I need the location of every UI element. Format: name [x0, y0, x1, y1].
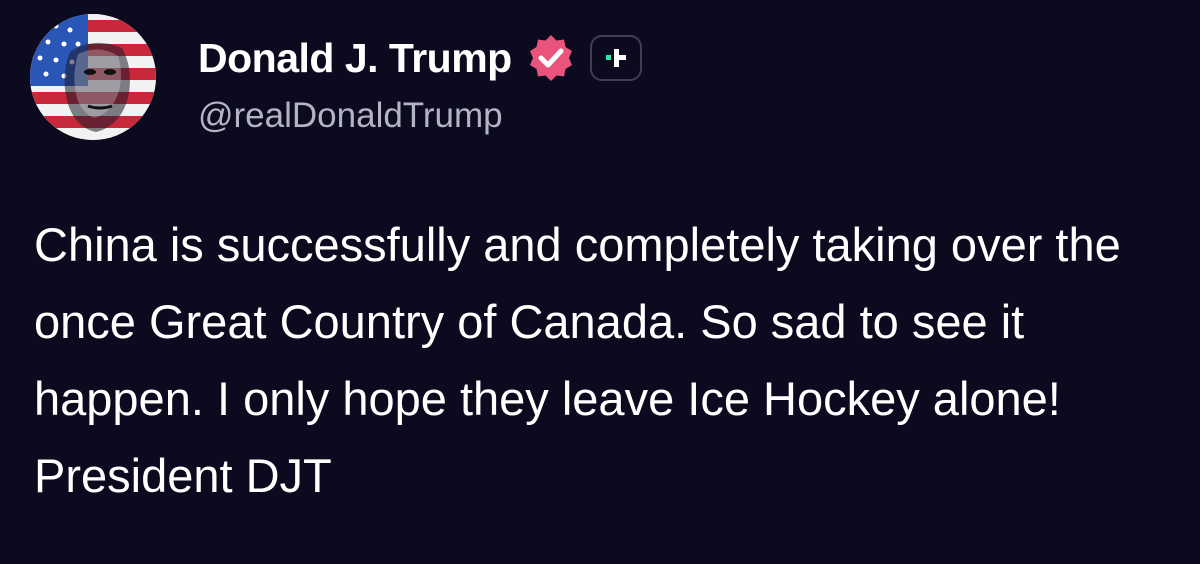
post-card: Donald J. Trump @realDonaldTrump China i…	[0, 0, 1200, 564]
verified-badge-icon	[526, 33, 576, 83]
post-body-text: China is successfully and completely tak…	[34, 218, 1121, 502]
author-display-name[interactable]: Donald J. Trump	[198, 35, 512, 82]
avatar-image	[30, 14, 156, 140]
author-avatar[interactable]	[30, 14, 156, 140]
author-handle[interactable]: @realDonaldTrump	[198, 96, 503, 136]
truth-plus-badge-icon[interactable]	[589, 35, 642, 81]
author-name-row: Donald J. Trump	[198, 30, 642, 86]
